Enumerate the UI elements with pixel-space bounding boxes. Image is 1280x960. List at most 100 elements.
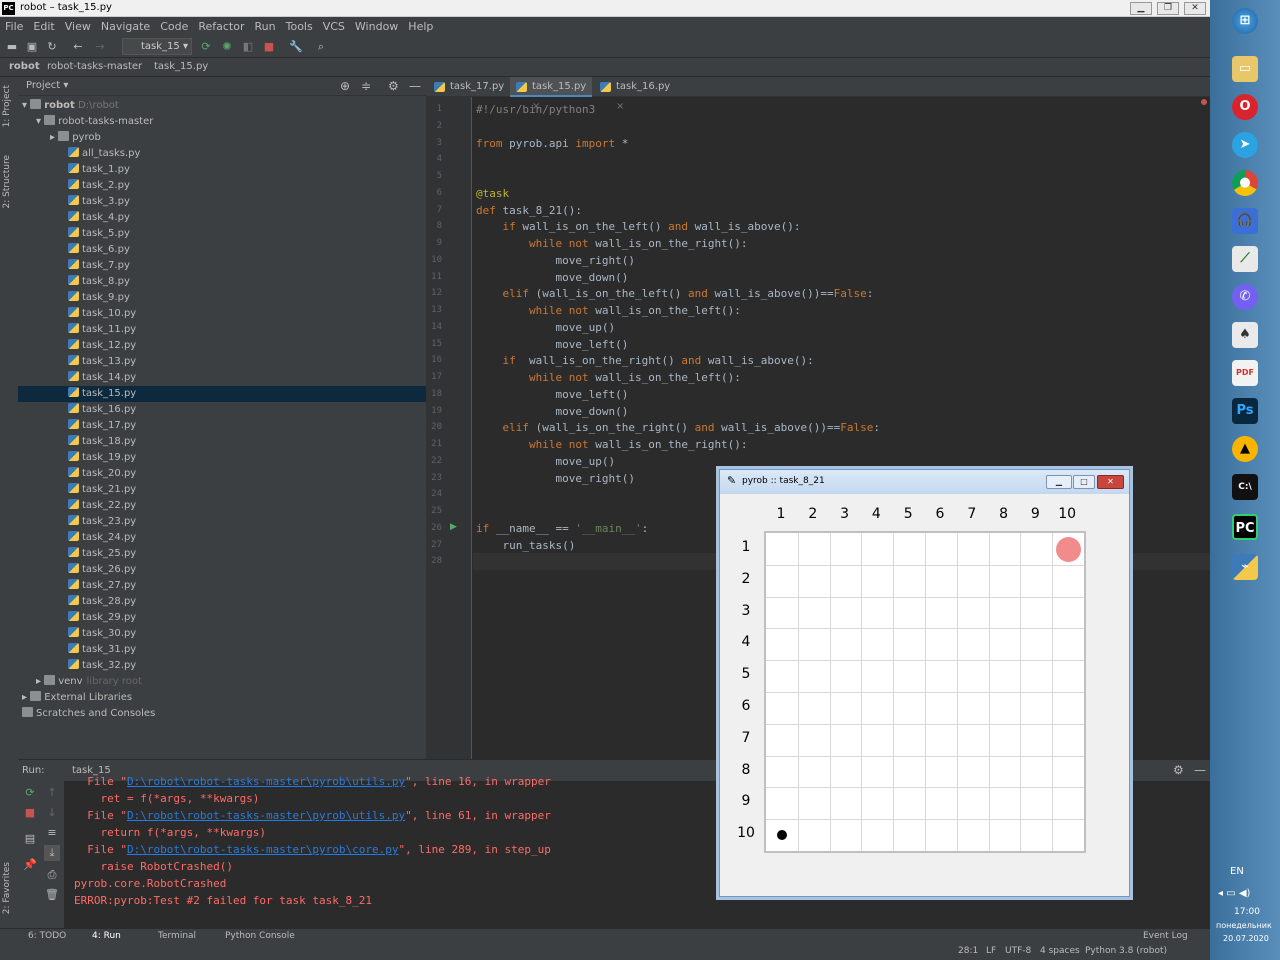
tree-file-item[interactable]: task_17.py xyxy=(18,418,426,434)
layout-icon[interactable]: ▤ xyxy=(22,831,38,847)
gear-icon[interactable]: ⚙ xyxy=(388,79,399,93)
viber-icon[interactable]: ✆ xyxy=(1232,284,1258,310)
tree-folder-item[interactable]: ▸ External Libraries xyxy=(18,690,426,706)
open-folder-icon[interactable]: ▬ xyxy=(4,39,20,55)
sync-icon[interactable]: ↻ xyxy=(44,39,60,55)
search-icon[interactable]: ⌕ xyxy=(313,39,329,55)
locate-icon[interactable]: ⊕ xyxy=(340,79,350,93)
tree-file-item[interactable]: task_29.py xyxy=(18,610,426,626)
tree-root[interactable]: ▾ robot D:\robot xyxy=(18,98,426,114)
menu-item-window[interactable]: Window xyxy=(350,17,403,36)
tree-file-item[interactable]: task_26.py xyxy=(18,562,426,578)
run-hide-icon[interactable]: — xyxy=(1194,763,1206,777)
python-taskbar-icon[interactable]: ⌁ xyxy=(1232,554,1258,580)
menu-item-tools[interactable]: Tools xyxy=(281,17,318,36)
pin-icon[interactable]: 📌 xyxy=(22,857,38,873)
tree-file-item[interactable]: task_7.py xyxy=(18,258,426,274)
menu-item-refactor[interactable]: Refactor xyxy=(193,17,249,36)
indent-setting[interactable]: 4 spaces xyxy=(1040,946,1080,956)
tree-file-item[interactable]: task_6.py xyxy=(18,242,426,258)
trash-icon[interactable]: 🗑 xyxy=(44,887,60,903)
editor-tab[interactable]: task_16.py × xyxy=(594,77,674,112)
tree-file-item[interactable]: all_tasks.py xyxy=(18,146,426,162)
expand-arrow-icon[interactable]: ▸ xyxy=(22,692,30,703)
menu-item-run[interactable]: Run xyxy=(250,17,281,36)
avast-icon[interactable]: ▲ xyxy=(1232,436,1258,462)
python-interpreter[interactable]: Python 3.8 (robot) xyxy=(1085,946,1167,956)
stop-icon[interactable]: ■ xyxy=(22,805,38,821)
tab-python-console[interactable]: Python Console xyxy=(225,931,295,941)
event-log-button[interactable]: Event Log xyxy=(1143,931,1188,941)
coverage-icon[interactable]: ◧ xyxy=(240,39,256,55)
tree-file-item[interactable]: task_16.py xyxy=(18,402,426,418)
up-arrow-icon[interactable]: ↑ xyxy=(44,785,60,801)
tree-file-item[interactable]: task_11.py xyxy=(18,322,426,338)
telegram-icon[interactable]: ➤ xyxy=(1232,132,1258,158)
pycharm-taskbar-icon[interactable]: PC xyxy=(1232,514,1258,540)
tree-file-item[interactable]: task_10.py xyxy=(18,306,426,322)
tab-close-icon[interactable]: × xyxy=(616,101,624,112)
tree-file-item[interactable]: task_9.py xyxy=(18,290,426,306)
tree-file-item[interactable]: task_31.py xyxy=(18,642,426,658)
tree-file-item[interactable]: task_15.py xyxy=(18,386,426,402)
menu-item-navigate[interactable]: Navigate xyxy=(96,17,155,36)
project-view-select[interactable]: Project ▾ xyxy=(26,80,68,91)
tab-favorites[interactable]: 2: Favorites xyxy=(2,862,12,914)
tree-file-item[interactable]: task_28.py xyxy=(18,594,426,610)
collapse-all-icon[interactable]: ≑ xyxy=(361,79,371,93)
back-arrow-icon[interactable]: ← xyxy=(70,39,86,55)
tab-run[interactable]: 4: Run xyxy=(92,931,121,941)
tree-file-item[interactable]: task_30.py xyxy=(18,626,426,642)
headphones-app-icon[interactable]: 🎧 xyxy=(1232,208,1258,234)
pyrob-close-button[interactable]: ✕ xyxy=(1097,475,1124,489)
console-file-link[interactable]: D:\robot\robot-tasks-master\pyrob\utils.… xyxy=(127,809,405,822)
run-config-select[interactable]: task_15 ▾ xyxy=(122,38,192,55)
tree-file-item[interactable]: task_2.py xyxy=(18,178,426,194)
minimize-button[interactable]: ▁ xyxy=(1130,2,1152,15)
line-separator[interactable]: LF xyxy=(986,946,996,956)
run-gear-icon[interactable]: ⚙ xyxy=(1173,763,1184,777)
stop-icon[interactable]: ■ xyxy=(261,39,277,55)
breadcrumb-item[interactable]: task_15.py xyxy=(141,61,208,72)
tree-file-item[interactable]: task_18.py xyxy=(18,434,426,450)
save-icon[interactable]: ▣ xyxy=(24,39,40,55)
forward-arrow-icon[interactable]: → xyxy=(92,39,108,55)
menu-item-code[interactable]: Code xyxy=(155,17,193,36)
opera-icon[interactable]: O xyxy=(1232,94,1258,120)
breadcrumb-item[interactable]: robot xyxy=(9,61,40,72)
menu-item-file[interactable]: File xyxy=(0,17,28,36)
start-button-icon[interactable]: ⊞ xyxy=(1232,8,1258,34)
card-game-icon[interactable]: ♠ xyxy=(1232,322,1258,348)
down-arrow-icon[interactable]: ↓ xyxy=(44,805,60,821)
expand-arrow-icon[interactable]: ▸ xyxy=(50,132,58,143)
command-prompt-icon[interactable]: C:\ xyxy=(1232,474,1258,500)
tree-folder-item[interactable]: ▸ venv library root xyxy=(18,674,426,690)
hide-panel-icon[interactable]: — xyxy=(409,79,421,93)
rerun-icon[interactable]: ⟳ xyxy=(198,39,214,55)
soft-wrap-icon[interactable]: ≡ xyxy=(44,825,60,841)
chrome-icon[interactable]: ● xyxy=(1232,170,1258,196)
console-file-link[interactable]: D:\robot\robot-tasks-master\pyrob\core.p… xyxy=(127,843,399,856)
menu-item-view[interactable]: View xyxy=(60,17,96,36)
expand-arrow-icon[interactable]: ▸ xyxy=(36,676,44,687)
error-indicator-icon[interactable] xyxy=(1201,99,1207,105)
tree-file-item[interactable]: task_8.py xyxy=(18,274,426,290)
tree-file-item[interactable]: task_23.py xyxy=(18,514,426,530)
tab-todo[interactable]: 6: TODO xyxy=(28,931,66,941)
breadcrumb-item[interactable]: robot-tasks-master xyxy=(47,61,142,72)
photoshop-icon[interactable]: Ps xyxy=(1232,398,1258,424)
tree-file-item[interactable]: task_13.py xyxy=(18,354,426,370)
console-file-link[interactable]: D:\robot\robot-tasks-master\pyrob\utils.… xyxy=(127,775,405,788)
tree-file-item[interactable]: task_3.py xyxy=(18,194,426,210)
editor-tab[interactable]: task_17.py × xyxy=(428,77,508,112)
menu-item-edit[interactable]: Edit xyxy=(28,17,59,36)
editor-tab[interactable]: task_15.py × xyxy=(510,77,592,112)
expand-arrow-icon[interactable]: ▾ xyxy=(36,116,44,127)
tree-file-item[interactable]: task_4.py xyxy=(18,210,426,226)
scroll-end-icon[interactable]: ⤓ xyxy=(44,845,60,861)
tray-icons[interactable]: ◂ ▭ ◀) xyxy=(1218,888,1250,899)
tree-folder-item[interactable]: ▾ robot-tasks-master xyxy=(18,114,426,130)
tree-file-item[interactable]: task_27.py xyxy=(18,578,426,594)
caret-position[interactable]: 28:1 xyxy=(958,946,978,956)
language-indicator[interactable]: EN xyxy=(1230,866,1244,877)
